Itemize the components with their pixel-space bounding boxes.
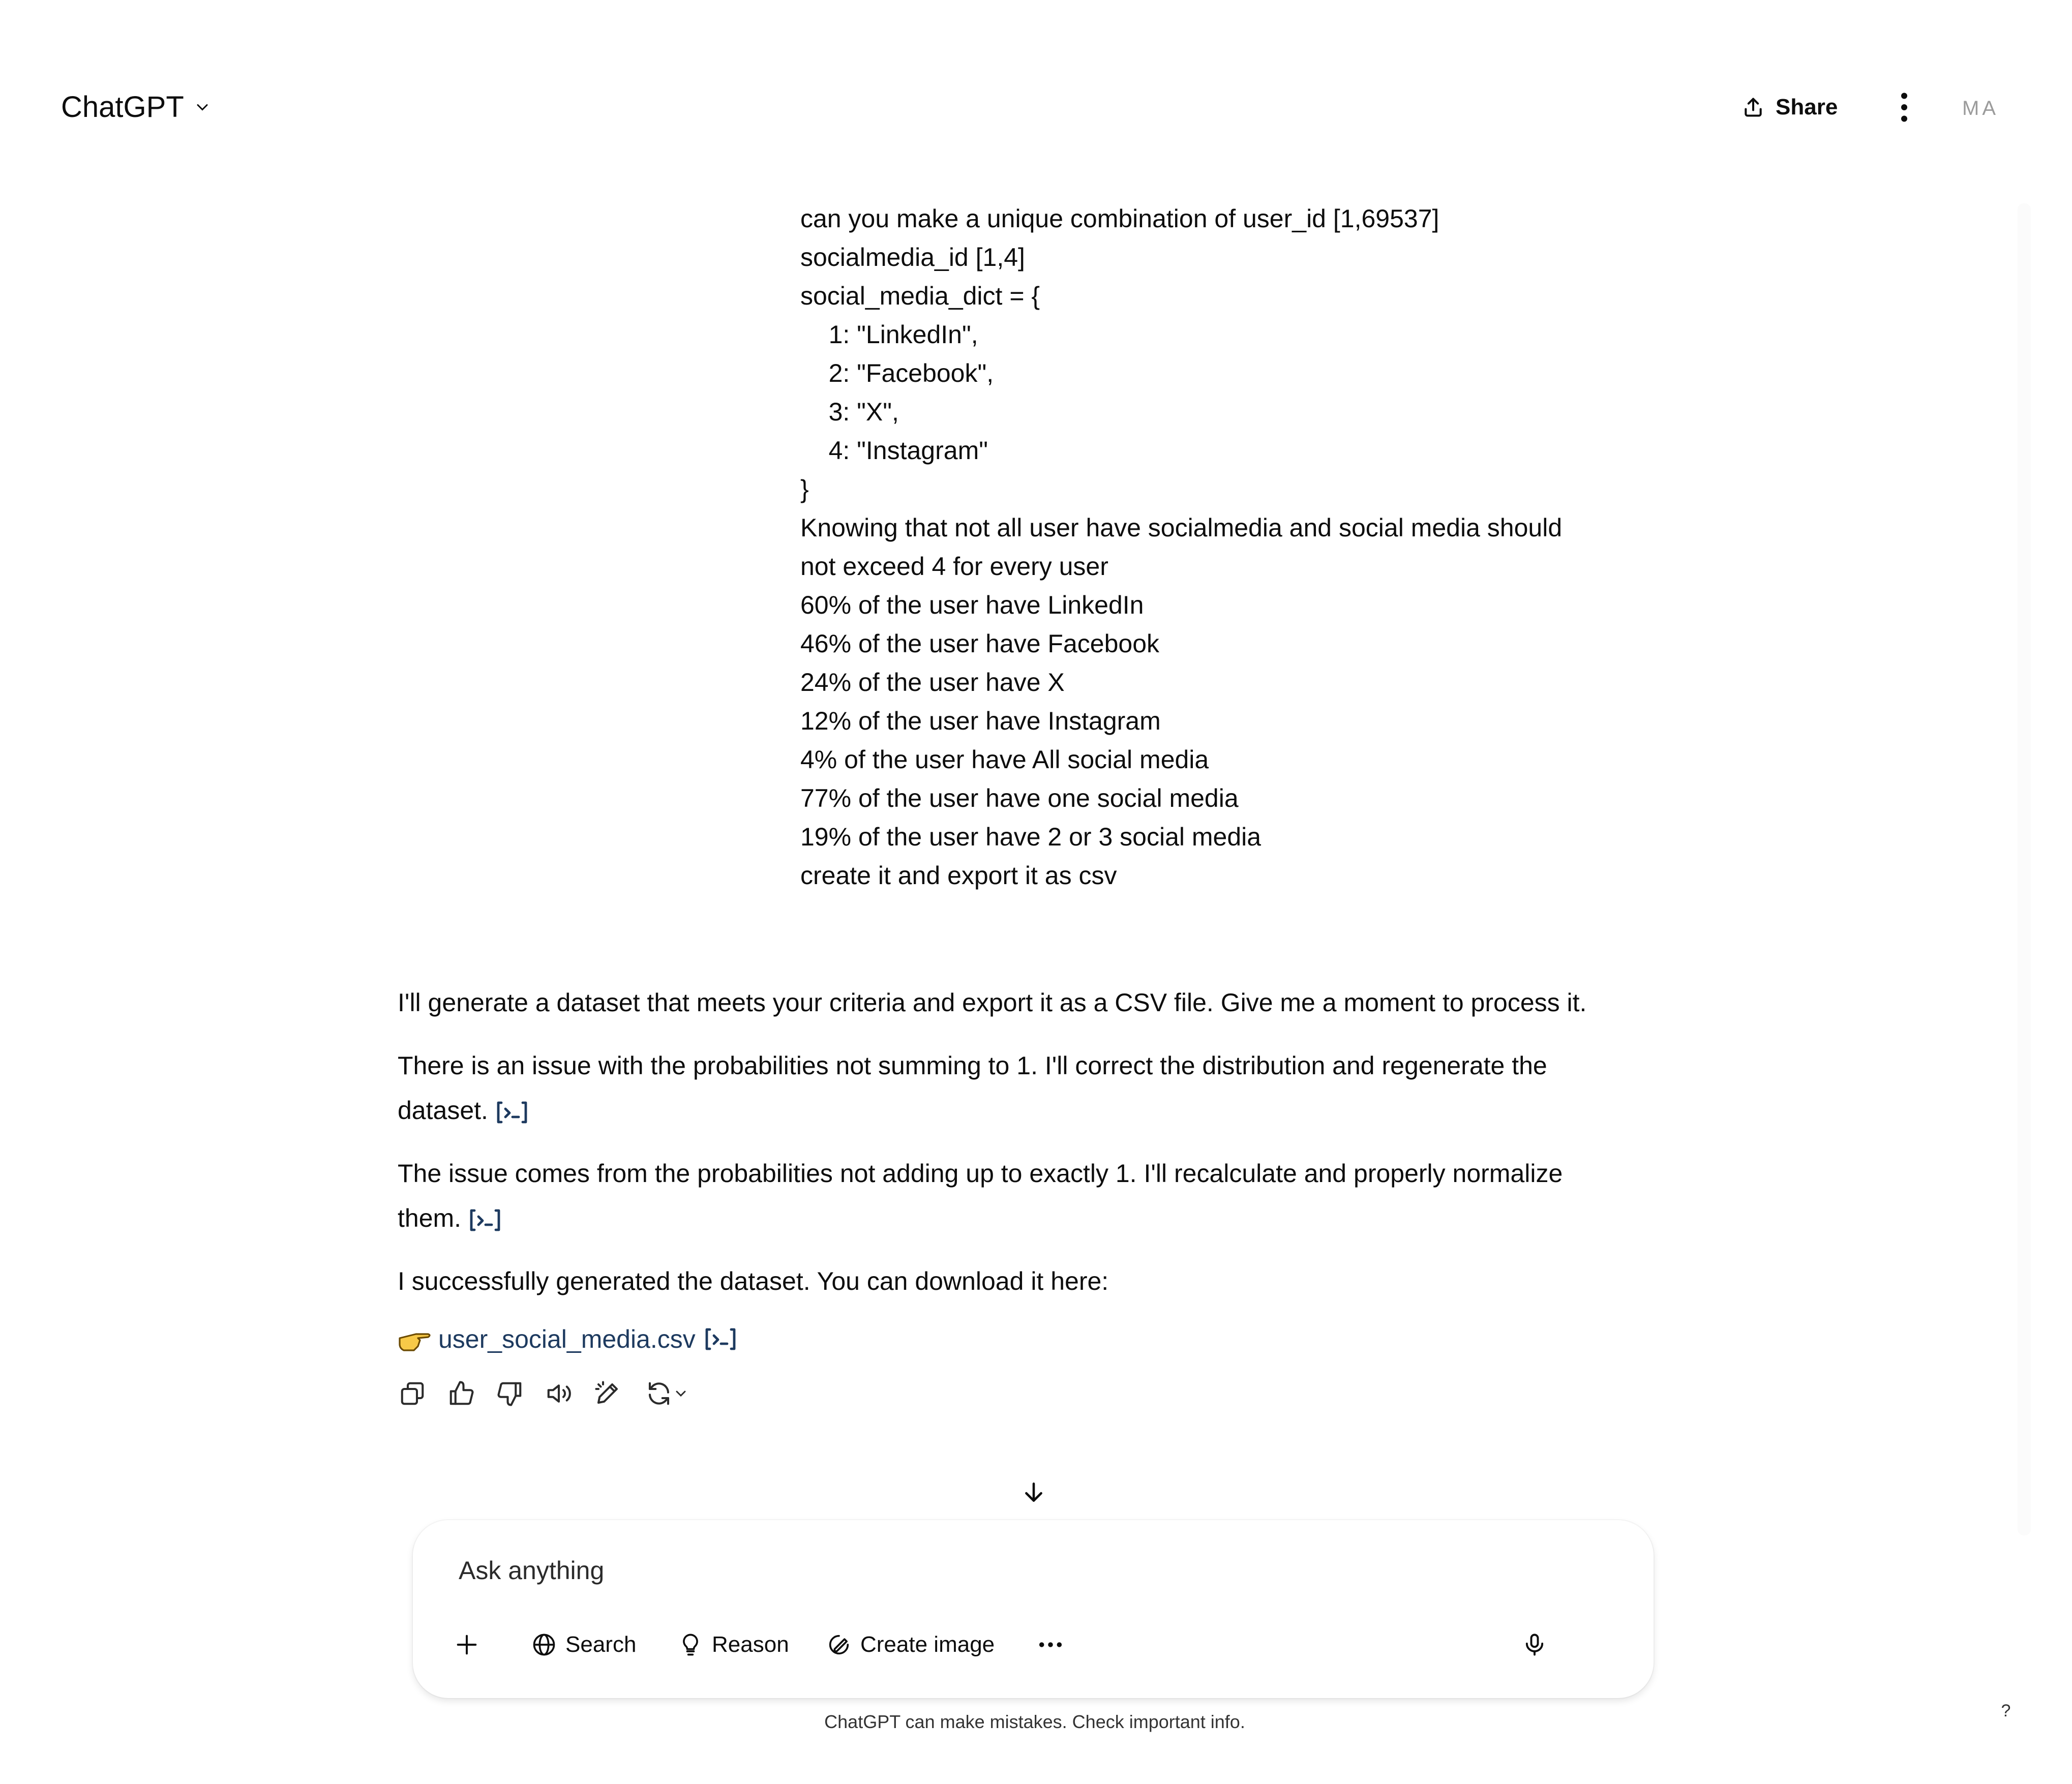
user-message-line: can you make a unique combination of use… bbox=[800, 204, 1439, 233]
user-message: can you make a unique combination of use… bbox=[800, 199, 1614, 895]
user-message-line: 2: "Facebook", bbox=[800, 359, 994, 387]
search-label: Search bbox=[565, 1632, 637, 1657]
copy-icon bbox=[401, 1382, 424, 1405]
voice-input-button[interactable] bbox=[1521, 1622, 1548, 1668]
scrollbar[interactable] bbox=[2018, 203, 2031, 1535]
prompt-input[interactable] bbox=[458, 1545, 1578, 1596]
help-button[interactable]: ? bbox=[1993, 1698, 2019, 1723]
user-message-line: not exceed 4 for every user bbox=[800, 552, 1108, 581]
user-message-line: 12% of the user have Instagram bbox=[800, 707, 1161, 735]
user-message-line: 3: "X", bbox=[800, 398, 899, 426]
user-message-line: Knowing that not all user have socialmed… bbox=[800, 513, 1563, 542]
create-image-label: Create image bbox=[860, 1632, 995, 1657]
code-interpreter-icon[interactable] bbox=[704, 1326, 737, 1352]
avatar[interactable]: MA bbox=[1953, 90, 2008, 126]
chevron-down-icon bbox=[197, 104, 208, 111]
disclaimer: ChatGPT can make mistakes. Check importa… bbox=[824, 1711, 1245, 1732]
user-message-line: 46% of the user have Facebook bbox=[800, 629, 1160, 658]
globe-icon bbox=[533, 1634, 555, 1656]
horizontal-dots-icon bbox=[1039, 1642, 1062, 1647]
user-message-line: 1: "LinkedIn", bbox=[800, 320, 978, 349]
code-interpreter-icon[interactable] bbox=[468, 1207, 502, 1233]
pencil-sparkle-icon bbox=[595, 1381, 618, 1404]
composer: Search Reason Create image bbox=[413, 1520, 1654, 1698]
message-actions bbox=[398, 1379, 693, 1408]
code-interpreter-icon[interactable] bbox=[495, 1100, 529, 1125]
more-tools-button[interactable] bbox=[1036, 1622, 1065, 1668]
share-label: Share bbox=[1776, 95, 1838, 119]
scroll-to-bottom-button[interactable] bbox=[1016, 1474, 1052, 1510]
user-message-line: 4: "Instagram" bbox=[800, 436, 988, 465]
user-message-line: social_media_dict = { bbox=[800, 282, 1040, 310]
share-icon bbox=[1745, 98, 1762, 117]
model-selector[interactable]: ChatGPT bbox=[61, 89, 212, 125]
share-button[interactable]: Share bbox=[1725, 84, 1855, 130]
more-options-button[interactable] bbox=[1881, 84, 1927, 130]
assistant-paragraph: The issue comes from the probabilities n… bbox=[398, 1151, 1608, 1241]
vertical-dots-icon bbox=[1901, 93, 1907, 122]
thumbs-up-button[interactable] bbox=[446, 1379, 476, 1408]
user-message-line: } bbox=[800, 475, 809, 503]
create-image-button[interactable]: Create image bbox=[826, 1622, 995, 1668]
user-message-line: socialmedia_id [1,4] bbox=[800, 243, 1025, 271]
arrow-down-icon bbox=[1025, 1483, 1042, 1502]
download-link[interactable]: user_social_media.csv bbox=[438, 1317, 696, 1362]
copy-button[interactable] bbox=[398, 1379, 427, 1408]
lightbulb-icon bbox=[683, 1634, 698, 1656]
edit-canvas-button[interactable] bbox=[593, 1379, 622, 1408]
download-row: user_social_media.csv bbox=[398, 1317, 737, 1362]
attach-button[interactable] bbox=[454, 1622, 480, 1668]
user-message-line: 19% of the user have 2 or 3 social media bbox=[800, 823, 1262, 851]
reason-label: Reason bbox=[712, 1632, 789, 1657]
microphone-icon bbox=[1525, 1634, 1544, 1656]
pointing-hand-icon bbox=[399, 1333, 431, 1351]
thumbs-down-icon bbox=[497, 1382, 522, 1406]
user-message-line: 24% of the user have X bbox=[800, 668, 1065, 697]
assistant-text: The issue comes from the probabilities n… bbox=[398, 1159, 1563, 1232]
assistant-text: I'll generate a dataset that meets your … bbox=[398, 988, 1587, 1017]
user-message-line: create it and export it as csv bbox=[800, 861, 1117, 890]
chevron-down-icon bbox=[676, 1390, 686, 1397]
thumbs-down-button[interactable] bbox=[495, 1379, 525, 1408]
user-message-line: 60% of the user have LinkedIn bbox=[800, 591, 1144, 619]
assistant-paragraph: I successfully generated the dataset. Yo… bbox=[398, 1259, 1608, 1304]
regenerate-button[interactable] bbox=[642, 1379, 693, 1408]
assistant-text: I successfully generated the dataset. Yo… bbox=[398, 1267, 1109, 1295]
user-message-line: 77% of the user have one social media bbox=[800, 784, 1239, 812]
assistant-paragraph: There is an issue with the probabilities… bbox=[398, 1043, 1608, 1133]
thumbs-up-icon bbox=[449, 1381, 474, 1405]
app-title: ChatGPT bbox=[61, 90, 184, 124]
assistant-paragraph: I'll generate a dataset that meets your … bbox=[398, 980, 1608, 1025]
speaker-icon bbox=[547, 1384, 571, 1403]
user-message-line: 4% of the user have All social media bbox=[800, 745, 1209, 774]
reason-button[interactable]: Reason bbox=[677, 1622, 789, 1668]
read-aloud-button[interactable] bbox=[544, 1379, 574, 1408]
image-brush-icon bbox=[829, 1635, 849, 1655]
refresh-icon bbox=[648, 1382, 670, 1405]
plus-icon bbox=[457, 1635, 477, 1655]
assistant-text: There is an issue with the probabilities… bbox=[398, 1051, 1547, 1125]
search-button[interactable]: Search bbox=[531, 1622, 636, 1668]
